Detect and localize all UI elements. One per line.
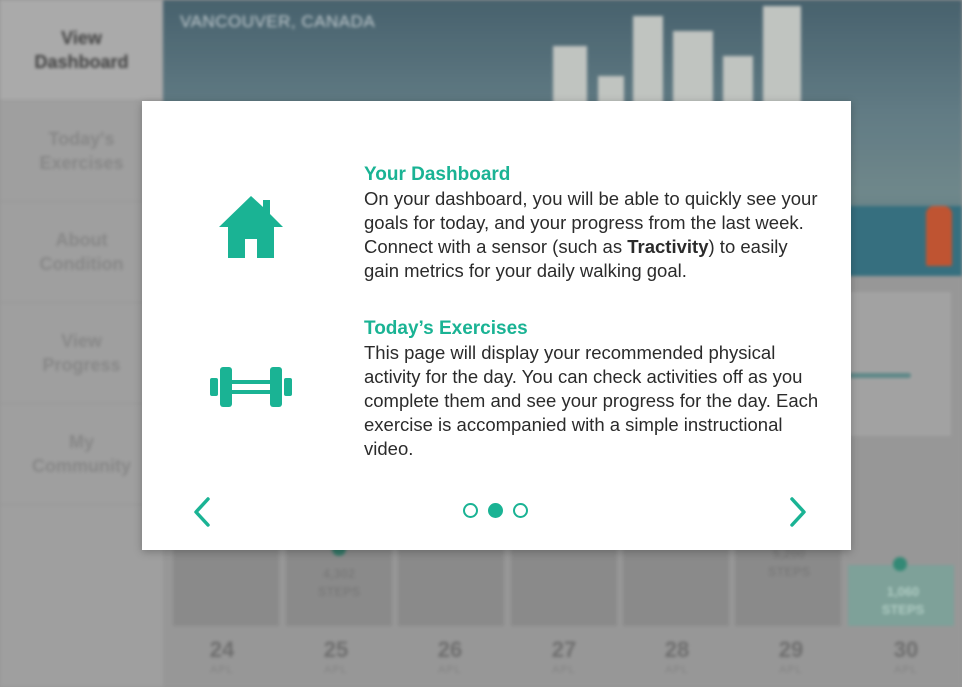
onboarding-modal: Your Dashboard On your dashboard, you wi… (142, 101, 851, 550)
chevron-left-icon (188, 497, 218, 533)
page-dot-2-active[interactable] (488, 503, 503, 518)
next-button[interactable] (782, 495, 812, 529)
pagination-dots (463, 503, 528, 518)
chevron-right-icon (782, 497, 812, 533)
exercises-section: Today’s Exercises This page will display… (364, 317, 824, 461)
section-description: This page will display your recommended … (364, 342, 819, 459)
tractivity-highlight: Tractivity (627, 236, 709, 257)
section-title: Today’s Exercises (364, 318, 528, 339)
home-icon (218, 195, 284, 264)
page-dot-1[interactable] (463, 503, 478, 518)
page-dot-3[interactable] (513, 503, 528, 518)
section-title: Your Dashboard (364, 164, 511, 185)
dumbbell-icon (210, 367, 292, 412)
dashboard-section: Your Dashboard On your dashboard, you wi… (364, 163, 824, 283)
previous-button[interactable] (188, 495, 218, 529)
section-description: On your dashboard, you will be able to q… (364, 188, 818, 281)
